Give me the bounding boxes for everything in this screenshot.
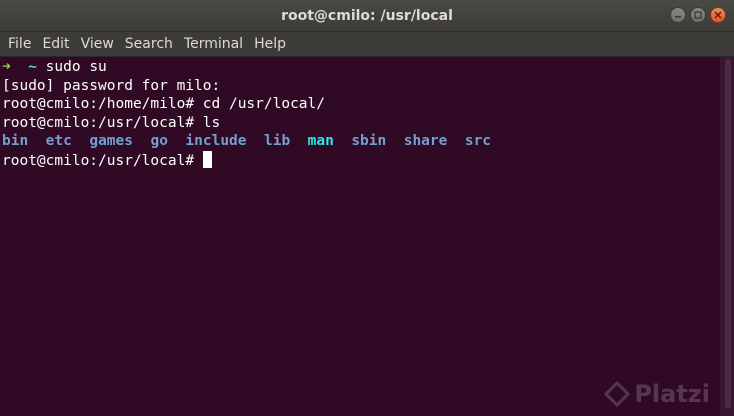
terminal-line: ➜ ~ sudo su [2,58,720,77]
menu-edit[interactable]: Edit [38,36,73,52]
window-controls [670,7,726,23]
ls-entry: etc [45,133,72,149]
title-bar[interactable]: root@cmilo: /usr/local [0,0,734,32]
ls-entry: bin [2,133,29,149]
terminal-line: [sudo] password for milo: [2,77,221,94]
ls-entry: share [403,133,448,149]
ls-entry: go [150,133,168,149]
text-cursor [202,150,212,168]
scrollbar[interactable] [720,57,734,416]
platzi-logo-icon [604,381,631,407]
menu-view[interactable]: View [77,36,118,52]
ls-output-line: bin etc games go include lib man sbin sh… [2,132,720,151]
ls-entry: include [185,133,247,149]
close-icon [714,11,722,19]
close-button[interactable] [710,7,726,23]
prompt-text: root@cmilo:/usr/local# [2,152,203,169]
ls-entry: src [464,133,492,149]
maximize-icon [694,11,702,19]
maximize-button[interactable] [690,7,706,23]
terminal-output[interactable]: ➜ ~ sudo su [sudo] password for milo: ro… [0,57,720,416]
menu-help[interactable]: Help [250,36,290,52]
terminal-line: root@cmilo:/usr/local# ls [2,114,221,131]
menu-bar: File Edit View Search Terminal Help [0,32,734,57]
terminal-line: root@cmilo:/usr/local# [2,150,720,170]
minimize-button[interactable] [670,7,686,23]
window-title: root@cmilo: /usr/local [281,7,453,24]
menu-search[interactable]: Search [121,36,177,52]
terminal-window: root@cmilo: /usr/local File Edit View Se… [0,0,734,416]
watermark-text: Platzi [634,380,710,408]
scrollbar-thumb[interactable] [725,59,731,409]
minimize-icon [675,16,681,18]
terminal-line: root@cmilo:/home/milo# cd /usr/local/ [2,96,326,112]
prompt-home-dir: ~ [28,59,37,75]
ls-entry: lib [263,133,291,149]
prompt-arrow-icon: ➜ [2,59,11,75]
platzi-watermark: Platzi [604,380,710,408]
menu-terminal[interactable]: Terminal [180,36,247,52]
command-text: sudo su [45,59,107,75]
ls-entry: games [89,133,133,149]
ls-entry: man [307,133,334,149]
ls-entry: sbin [351,133,387,149]
menu-file[interactable]: File [4,36,35,52]
